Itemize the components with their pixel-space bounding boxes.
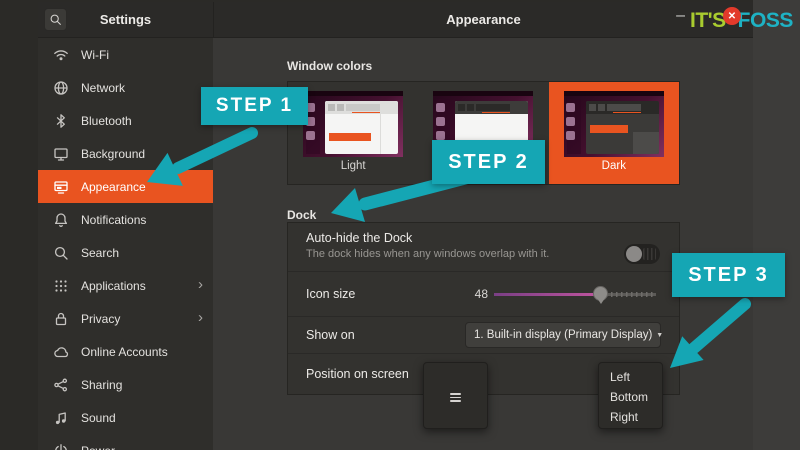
power-icon [53,443,69,450]
page-title: Appearance [214,12,753,27]
dark-theme-preview [564,91,664,157]
sidebar-item-appearance[interactable]: Appearance [38,170,213,203]
sidebar-item-label: Network [81,81,125,95]
menu-item-left[interactable]: Left [599,367,662,387]
menu-item-right[interactable]: Right [599,407,662,427]
show-on-value: 1. Built-in display (Primary Display) [474,329,652,341]
icon-size-value: 48 [458,287,488,301]
sidebar-item-label: Appearance [81,180,146,194]
music-note-icon [53,410,69,426]
hamburger-icon [450,391,461,404]
theme-option-dark[interactable]: Dark [549,82,679,184]
bluetooth-icon [53,113,69,129]
sidebar-item-label: Search [81,246,119,260]
chevron-right-icon: › [198,276,203,293]
itsfoss-logo: IT'S ✕ FOSS [690,9,793,33]
sidebar-item-bluetooth[interactable]: Bluetooth [38,104,213,137]
sidebar-item-label: Privacy [81,312,120,326]
sidebar-item-label: Wi-Fi [81,48,109,62]
dock-section-title: Dock [287,208,316,222]
wifi-icon [53,47,69,63]
bell-icon [53,212,69,228]
sidebar-item-online-accounts[interactable]: Online Accounts [38,335,213,368]
chevron-right-icon: › [198,309,203,326]
window-title: Settings [38,12,213,27]
screenshot-root: Settings Wi-Fi Network Bluetooth [0,0,800,450]
sidebar: Settings Wi-Fi Network Bluetooth [38,2,213,450]
sidebar-item-sound[interactable]: Sound [38,401,213,434]
icon-size-label: Icon size [306,287,355,301]
show-on-dropdown[interactable]: 1. Built-in display (Primary Display) ▼ [465,322,661,348]
sidebar-item-label: Sharing [81,378,122,392]
sidebar-item-label: Online Accounts [81,345,168,359]
step2-label: STEP 2 [432,140,545,184]
step1-label: STEP 1 [201,87,308,125]
content-headerbar: Appearance – [213,2,753,38]
sidebar-item-notifications[interactable]: Notifications [38,203,213,236]
window-colors-section-title: Window colors [287,59,372,73]
slider-fill [494,293,601,296]
sidebar-item-label: Applications [81,279,146,293]
sidebar-item-wifi[interactable]: Wi-Fi [38,38,213,71]
network-icon [53,80,69,96]
autohide-title: Auto-hide the Dock [306,231,661,245]
hamburger-menu-button[interactable] [423,362,488,429]
background-icon [53,146,69,162]
position-label: Position on screen [306,367,409,381]
sidebar-item-label: Sound [81,411,116,425]
show-on-row: Show on 1. Built-in display (Primary Dis… [288,316,679,353]
sidebar-item-label: Background [81,147,145,161]
autohide-toggle[interactable] [624,244,660,264]
grid-icon [53,278,69,294]
sidebar-item-background[interactable]: Background [38,137,213,170]
logo-badge-icon: ✕ [723,7,741,25]
icon-size-slider[interactable] [494,286,656,302]
theme-label: Dark [602,160,626,172]
sidebar-item-label: Bluetooth [81,114,132,128]
sidebar-item-label: Power [81,444,115,450]
minimize-button[interactable]: – [676,7,685,25]
sidebar-item-power[interactable]: Power [38,434,213,450]
appearance-icon [53,179,69,195]
sidebar-item-applications[interactable]: Applications › [38,269,213,302]
sidebar-headerbar: Settings [38,2,213,38]
theme-label: Light [341,160,366,172]
light-theme-preview [303,91,403,157]
share-icon [53,377,69,393]
chevron-down-icon: ▼ [652,332,663,339]
cloud-icon [53,344,69,360]
position-dropdown-menu: Left Bottom Right [598,362,663,429]
sidebar-item-search[interactable]: Search [38,236,213,269]
menu-item-bottom[interactable]: Bottom [599,387,662,407]
slider-ticks [601,292,656,297]
search-icon [53,245,69,261]
sidebar-item-network[interactable]: Network [38,71,213,104]
sidebar-item-privacy[interactable]: Privacy › [38,302,213,335]
autohide-row: Auto-hide the Dock The dock hides when a… [288,223,679,271]
sidebar-list: Wi-Fi Network Bluetooth Background Appea… [38,38,213,450]
slider-knob[interactable] [593,286,608,301]
desktop-background [753,0,800,450]
sidebar-item-sharing[interactable]: Sharing [38,368,213,401]
lock-icon [53,311,69,327]
icon-size-row: Icon size 48 [288,271,679,316]
toggle-knob [626,246,642,262]
logo-text-its: IT'S [690,9,726,33]
step3-label: STEP 3 [672,253,785,297]
logo-text-foss: FOSS [738,9,793,33]
settings-window: Settings Wi-Fi Network Bluetooth [38,2,753,450]
autohide-subtitle: The dock hides when any windows overlap … [306,248,661,260]
show-on-label: Show on [306,328,355,342]
sidebar-item-label: Notifications [81,213,146,227]
toggle-ribs [643,248,656,260]
